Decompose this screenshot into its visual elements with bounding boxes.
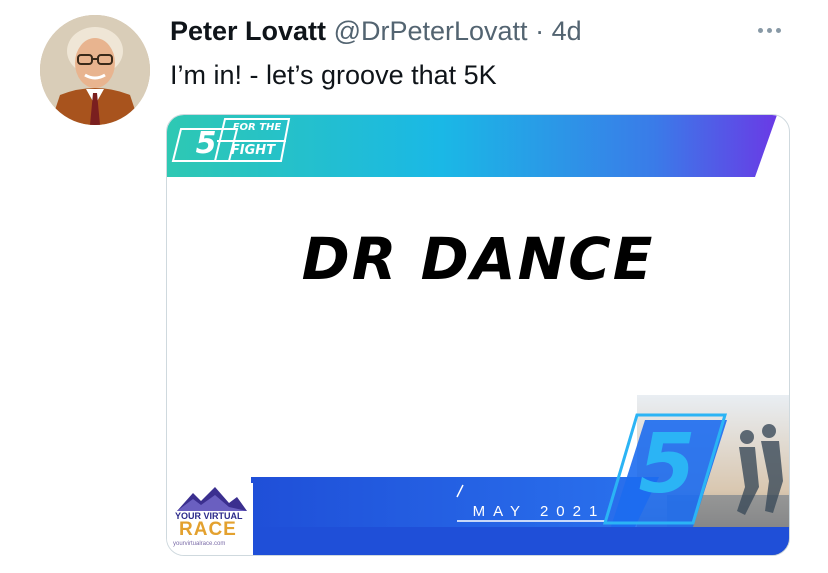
sponsor-url: yourvirtualrace.com <box>173 541 226 547</box>
author-avatar[interactable] <box>40 15 150 125</box>
more-options-icon[interactable] <box>752 20 788 40</box>
sponsor-logo: YOUR VIRTUAL RACE yourvirtualrace.com <box>167 483 253 555</box>
logo-text-bottom: FIGHT <box>230 143 276 158</box>
tweet-timestamp[interactable]: 4d <box>552 16 582 46</box>
logo-text-top: FOR THE <box>232 122 282 133</box>
tweet-image-card[interactable]: 5 FOR THE FIGHT DR DANCE MAY 2021 5 YOUR… <box>166 114 790 556</box>
participant-name: DR DANCE <box>301 225 655 293</box>
avatar-photo <box>40 15 150 125</box>
author-name[interactable]: Peter Lovatt <box>170 16 326 46</box>
mountain-icon <box>177 487 247 511</box>
tweet-text: I’m in! - let’s groove that 5K <box>170 60 497 90</box>
big-number: 5 <box>638 417 696 512</box>
race-date: MAY 2021 <box>472 503 606 520</box>
author-handle[interactable]: @DrPeterLovatt <box>334 16 528 46</box>
sponsor-line2: RACE <box>179 519 237 540</box>
tweet-header: Peter Lovatt @DrPeterLovatt · 4d <box>170 14 582 48</box>
header-separator: · <box>535 16 545 46</box>
